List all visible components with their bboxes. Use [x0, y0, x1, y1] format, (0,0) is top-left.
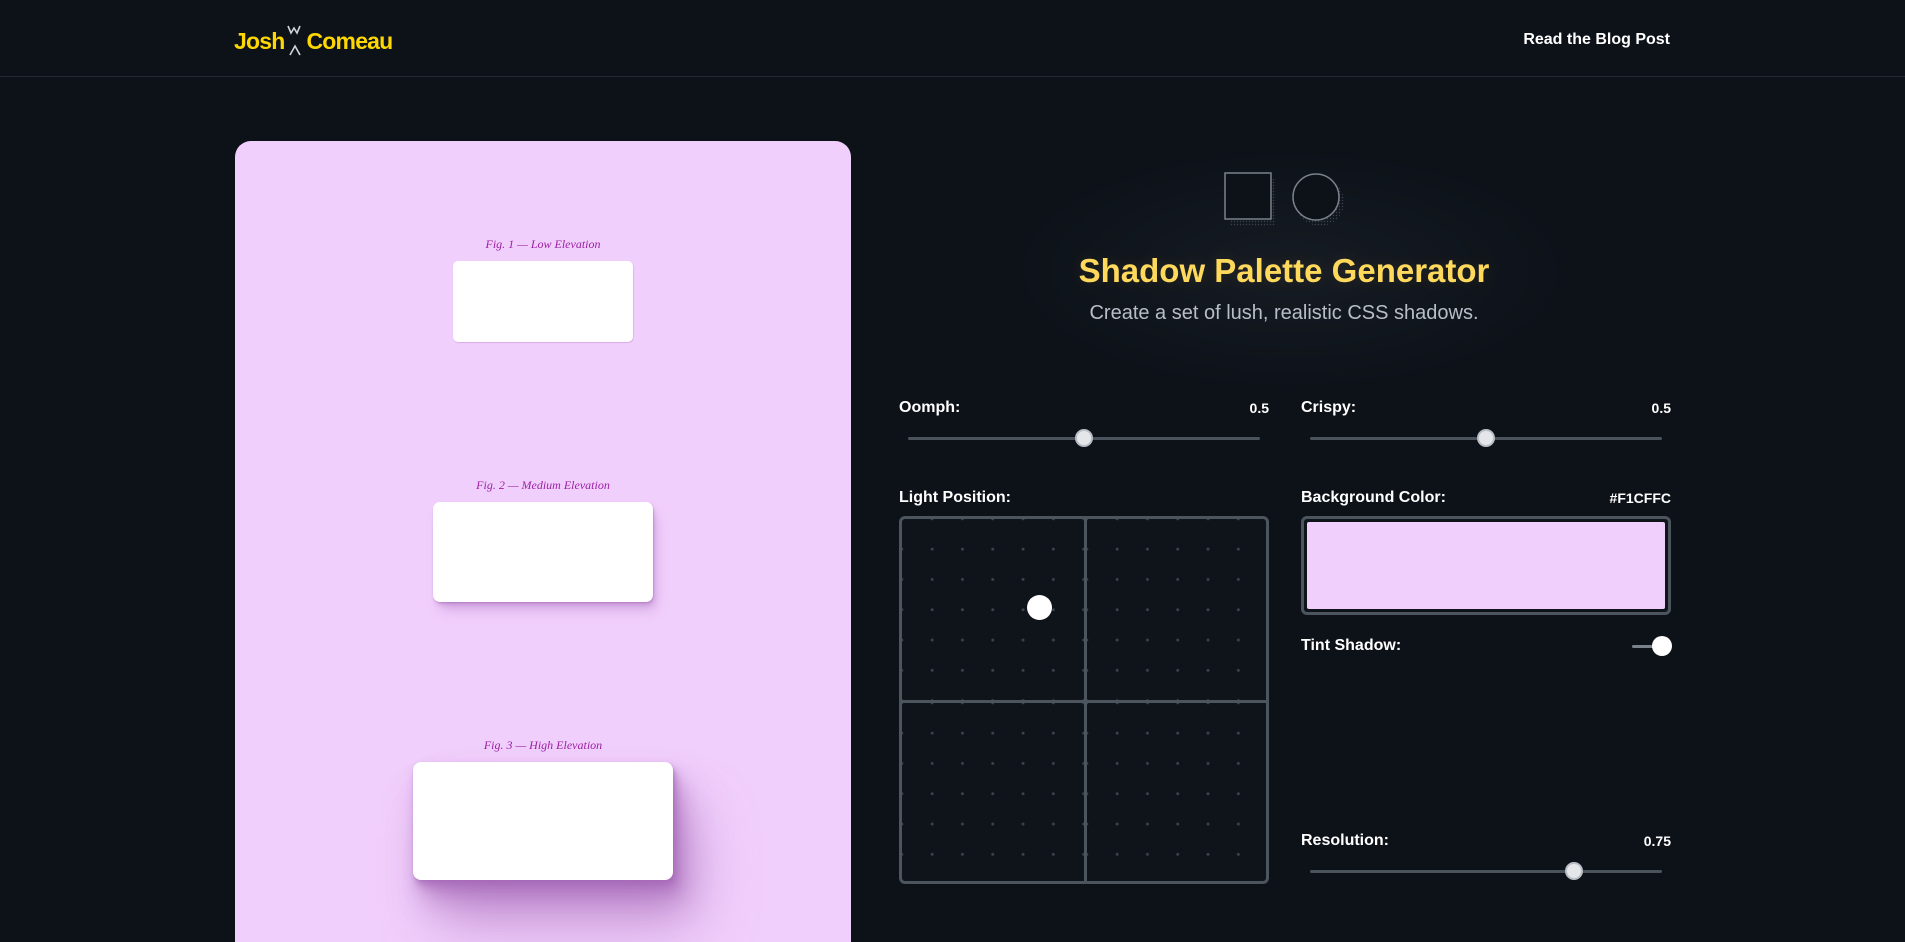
crispy-slider-thumb[interactable] — [1477, 429, 1495, 447]
oomph-slider-thumb[interactable] — [1075, 429, 1093, 447]
resolution-slider[interactable] — [1310, 862, 1662, 880]
tint-shadow-toggle[interactable] — [1632, 636, 1672, 656]
shadow-preview-panel: Fig. 1 — Low Elevation Fig. 2 — Medium E… — [235, 141, 851, 942]
background-color-picker[interactable] — [1301, 516, 1671, 615]
crispy-slider[interactable] — [1310, 429, 1662, 447]
figure-medium-elevation: Fig. 2 — Medium Elevation — [235, 478, 851, 493]
crispy-label: Crispy: — [1301, 399, 1357, 416]
figure-high-elevation: Fig. 3 — High Elevation — [235, 738, 851, 753]
medium-elevation-card — [433, 502, 653, 602]
figure-low-elevation: Fig. 1 — Low Elevation — [235, 237, 851, 252]
figure-caption: Fig. 1 — Low Elevation — [485, 237, 601, 251]
toggle-knob[interactable] — [1652, 636, 1672, 656]
light-pad-quadrant — [1087, 703, 1266, 881]
figure-caption: Fig. 3 — High Elevation — [483, 738, 603, 752]
page-title: Shadow Palette Generator — [1078, 252, 1490, 289]
shapes-logo-icon — [1224, 172, 1344, 226]
light-pad-quadrant — [902, 519, 1084, 700]
site-header: Josh Comeau Read the Blog Post — [0, 0, 1905, 77]
crispy-value: 0.5 — [1651, 400, 1671, 416]
light-pad-axis-horizontal — [902, 700, 1266, 703]
resolution-label: Resolution: — [1301, 832, 1389, 849]
page-subtitle: Create a set of lush, realistic CSS shad… — [1089, 302, 1479, 324]
background-color-label: Background Color: — [1301, 489, 1446, 506]
resolution-slider-thumb[interactable] — [1565, 862, 1583, 880]
tint-shadow-label: Tint Shadow: — [1301, 637, 1402, 654]
oomph-value: 0.5 — [1249, 400, 1269, 416]
logo-last-name: Comeau — [306, 27, 393, 54]
oomph-label: Oomph: — [899, 399, 961, 416]
background-color-swatch[interactable] — [1307, 522, 1665, 609]
figure-caption: Fig. 2 — Medium Elevation — [476, 478, 610, 492]
low-elevation-card — [453, 261, 633, 342]
high-elevation-card — [413, 762, 673, 880]
logo-mark-icon — [287, 25, 302, 56]
background-color-value: #F1CFFC — [1609, 490, 1671, 506]
read-blog-post-link[interactable]: Read the Blog Post — [1523, 31, 1670, 49]
light-source-handle[interactable] — [1027, 595, 1052, 620]
light-position-label: Light Position: — [899, 489, 1011, 506]
light-position-pad[interactable] — [899, 516, 1269, 884]
logo-link[interactable]: Josh Comeau — [234, 24, 393, 58]
oomph-slider[interactable] — [908, 429, 1260, 447]
light-pad-quadrant — [1087, 519, 1266, 700]
resolution-value: 0.75 — [1643, 833, 1671, 849]
light-pad-quadrant — [902, 703, 1084, 881]
logo-first-name: Josh — [234, 27, 285, 54]
